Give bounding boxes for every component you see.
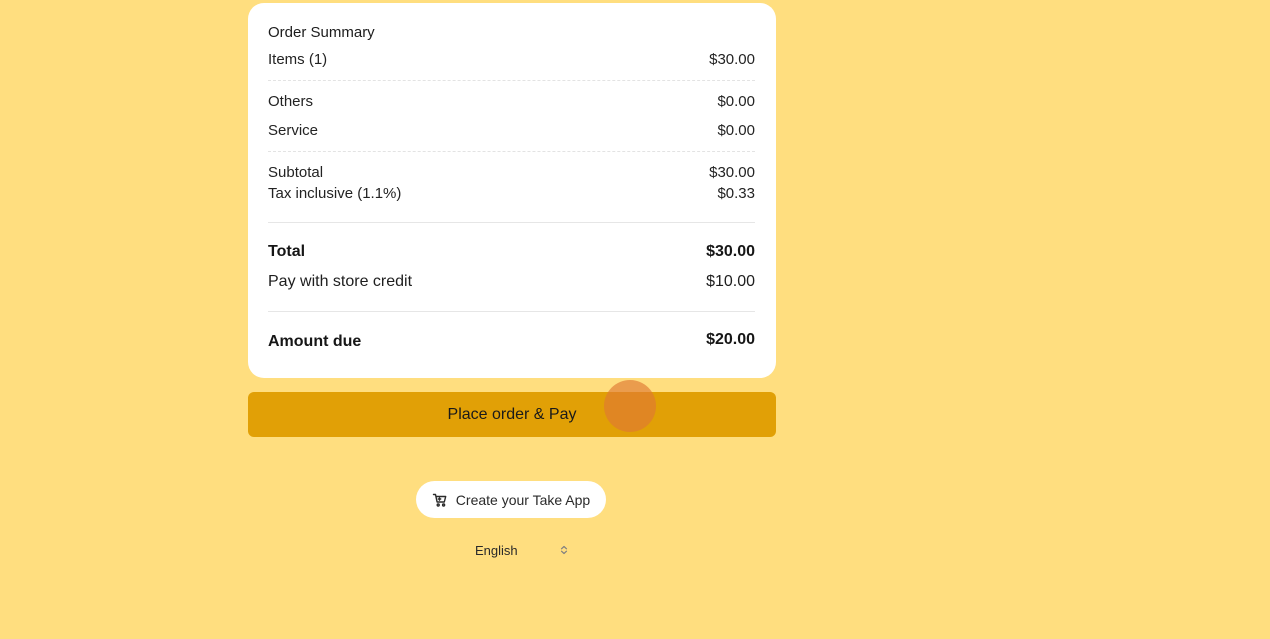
service-value: $0.00 <box>717 122 755 139</box>
language-select[interactable]: English <box>475 541 571 559</box>
language-selected: English <box>475 542 518 558</box>
amount-due-row: Amount due $20.00 <box>268 331 755 351</box>
items-value: $30.00 <box>709 51 755 68</box>
place-order-pay-label: Place order & Pay <box>447 405 577 423</box>
divider <box>268 311 755 312</box>
create-take-app-label: Create your Take App <box>455 491 591 508</box>
subtotal-value: $30.00 <box>709 164 755 181</box>
service-label: Service <box>268 122 319 139</box>
tax-label: Tax inclusive (1.1%) <box>268 185 402 202</box>
chevron-updown-icon <box>560 545 568 555</box>
divider <box>268 222 755 223</box>
others-value: $0.00 <box>717 93 755 110</box>
amount-due-label: Amount due <box>268 333 362 350</box>
create-take-app-button[interactable]: Create your Take App <box>416 481 606 518</box>
items-label: Items (1) <box>268 51 328 68</box>
divider <box>268 80 755 81</box>
cart-icon <box>432 492 448 508</box>
subtotal-label: Subtotal <box>268 164 324 181</box>
store-credit-row: Pay with store credit $10.00 <box>268 273 755 291</box>
subtotal-row: Subtotal $30.00 <box>268 164 755 181</box>
others-label: Others <box>268 93 314 110</box>
order-summary-title: Order Summary <box>268 24 375 41</box>
service-row: Service $0.00 <box>268 122 755 139</box>
others-row: Others $0.00 <box>268 93 755 110</box>
divider <box>268 151 755 152</box>
store-credit-value: $10.00 <box>706 273 755 290</box>
amount-due-value: $20.00 <box>706 331 755 348</box>
store-credit-label: Pay with store credit <box>268 273 413 290</box>
order-summary-card: Order Summary Items (1) $30.00 Others $0… <box>248 3 776 378</box>
total-label: Total <box>268 243 306 260</box>
total-row: Total $30.00 <box>268 243 755 261</box>
items-row: Items (1) $30.00 <box>268 51 755 68</box>
tax-row: Tax inclusive (1.1%) $0.33 <box>268 185 755 202</box>
place-order-pay-button[interactable]: Place order & Pay <box>248 392 776 437</box>
total-value: $30.00 <box>706 243 755 260</box>
tax-value: $0.33 <box>717 185 755 202</box>
